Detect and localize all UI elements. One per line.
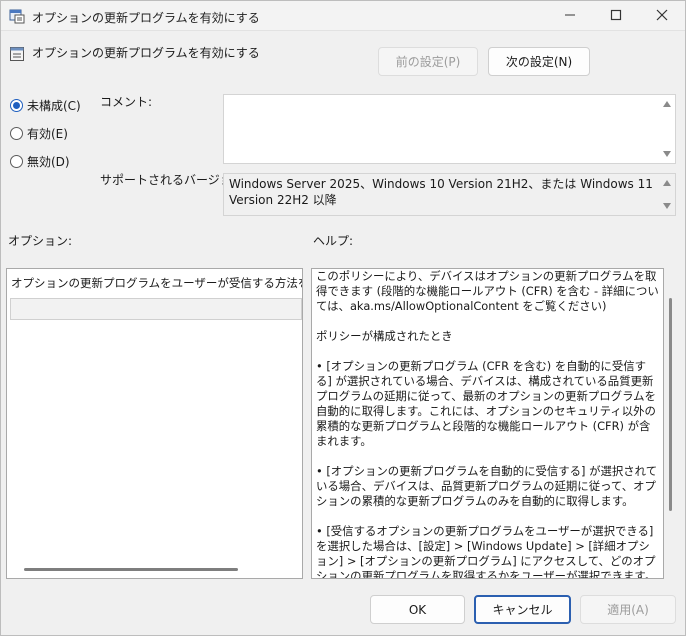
- help-paragraph: • [オプションの更新プログラムを自動的に受信する] が選択されている場合、デバ…: [316, 464, 658, 508]
- policy-setting-icon: [9, 46, 25, 62]
- minimize-button[interactable]: [547, 1, 593, 31]
- options-pane: オプションの更新プログラムをユーザーが受信する方法を選択す: [6, 268, 303, 579]
- scroll-down-icon[interactable]: [663, 203, 671, 209]
- apply-button[interactable]: 適用(A): [580, 595, 676, 624]
- options-description: オプションの更新プログラムをユーザーが受信する方法を選択す: [11, 276, 302, 290]
- scroll-up-icon[interactable]: [663, 180, 671, 186]
- comment-field[interactable]: [223, 94, 676, 164]
- next-setting-button[interactable]: 次の設定(N): [488, 47, 590, 76]
- policy-dialog: オプションの更新プログラムを有効にする オプションの更新プログラムを有効にする …: [0, 0, 686, 636]
- cancel-button[interactable]: キャンセル: [474, 595, 571, 624]
- minimize-icon: [564, 9, 576, 24]
- options-horizontal-scrollbar[interactable]: [24, 568, 238, 571]
- update-mode-dropdown[interactable]: [10, 298, 302, 320]
- radio-indicator: [10, 99, 23, 112]
- options-label: オプション:: [8, 234, 73, 248]
- scroll-up-icon[interactable]: [663, 101, 671, 107]
- supported-versions-field: Windows Server 2025、Windows 10 Version 2…: [223, 173, 676, 216]
- radio-disabled[interactable]: 無効(D): [10, 153, 70, 170]
- help-paragraph: • [受信するオプションの更新プログラムをユーザーが選択できる] を選択した場合…: [316, 524, 657, 579]
- radio-label: 未構成(C): [27, 99, 81, 113]
- help-label: ヘルプ:: [313, 234, 354, 248]
- radio-label: 有効(E): [27, 127, 68, 141]
- versions-scrollbar[interactable]: [659, 174, 675, 215]
- title-bar: オプションの更新プログラムを有効にする: [1, 1, 685, 31]
- radio-indicator: [10, 127, 23, 140]
- comment-scrollbar[interactable]: [659, 95, 675, 163]
- maximize-icon: [610, 9, 622, 24]
- help-scrollbar[interactable]: [669, 298, 672, 511]
- policy-title: オプションの更新プログラムを有効にする: [32, 46, 260, 60]
- comment-label: コメント:: [100, 95, 153, 109]
- help-paragraph: このポリシーにより、デバイスはオプションの更新プログラムを取得できます (段階的…: [316, 269, 659, 313]
- window-title: オプションの更新プログラムを有効にする: [32, 11, 260, 25]
- help-paragraph: • [オプションの更新プログラム (CFR を含む) を自動的に受信する] が選…: [316, 359, 656, 448]
- close-button[interactable]: [639, 1, 685, 31]
- supported-versions-value: Windows Server 2025、Windows 10 Version 2…: [229, 177, 653, 207]
- radio-indicator: [10, 155, 23, 168]
- close-icon: [656, 9, 668, 24]
- maximize-button[interactable]: [593, 1, 639, 31]
- radio-not-configured[interactable]: 未構成(C): [10, 97, 81, 114]
- previous-setting-button[interactable]: 前の設定(P): [378, 47, 478, 76]
- policy-settings-icon: [9, 8, 25, 24]
- help-paragraph: ポリシーが構成されたとき: [316, 329, 453, 343]
- radio-enabled[interactable]: 有効(E): [10, 125, 68, 142]
- radio-label: 無効(D): [27, 155, 70, 169]
- help-pane: このポリシーにより、デバイスはオプションの更新プログラムを取得できます (段階的…: [311, 268, 664, 579]
- scroll-down-icon[interactable]: [663, 151, 671, 157]
- ok-button[interactable]: OK: [370, 595, 465, 624]
